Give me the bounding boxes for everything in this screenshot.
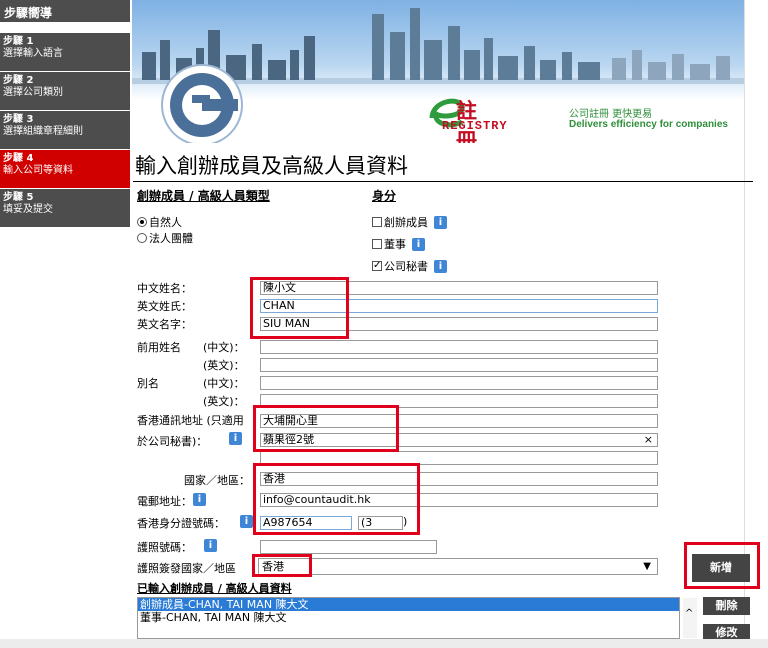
info-icon[interactable]: i [193,493,206,506]
step-number: 步驟 5 [3,192,34,203]
sidebar-step-3[interactable]: 步驟 3 選擇組織章程細則 [0,111,130,149]
step-label: 選擇組織章程細則 [3,126,83,137]
passport-country-select[interactable]: 香港 ▼ [258,558,658,575]
info-icon[interactable]: i [434,259,447,273]
list-scrollbar[interactable]: ^ [683,598,697,638]
checkbox-label: 創辦成員 [384,216,428,229]
sidebar-step-5[interactable]: 步驟 5 填妥及提交 [0,189,130,227]
alias-cn-input[interactable] [260,376,658,390]
alias-cn-label: (中文)： [203,377,245,390]
chevron-down-icon[interactable]: ▼ [643,559,651,574]
info-icon[interactable]: i [240,515,253,528]
brand-slogan-chinese: 公司註冊 更快更易 [569,109,653,120]
sidebar-header: 步驟嚮導 [0,0,130,22]
radio-natural-person[interactable]: 自然人 [137,214,182,230]
checkbox-box-checked[interactable]: ✓ [372,261,382,271]
list-item[interactable]: 創辦成員-CHAN, TAI MAN 陳大文 [138,598,679,611]
radio-indicator[interactable] [137,233,147,243]
checkbox-company-secretary[interactable]: ✓ 公司秘書 i [372,258,447,274]
country-label: 國家／地區： [184,474,250,487]
passport-country-label: 護照簽發國家／地區 [137,562,236,575]
checkbox-box[interactable] [372,217,382,227]
step-number: 步驟 3 [3,114,34,125]
radio-indicator[interactable] [137,217,147,227]
e-logo-globe-icon [161,64,243,143]
highlight-passport-country-box [252,554,312,577]
step-label: 輸入公司等資料 [3,165,73,176]
clear-icon[interactable]: × [644,434,653,446]
sidebar-step-4[interactable]: 步驟 4 輸入公司等資料 [0,150,130,188]
checkbox-label: 公司秘書 [384,260,428,273]
highlight-address-box [253,405,399,452]
chinese-name-label: 中文姓名： [137,282,192,295]
checkbox-label: 董事 [384,238,406,251]
alias-label: 別名 [137,377,159,390]
title-divider [133,181,753,182]
address-label-line2: 於公司秘書)： [137,435,208,448]
former-name-label: 前用姓名 [137,341,181,354]
radio-label: 自然人 [149,216,182,229]
former-name-en-input[interactable] [260,358,658,372]
info-icon[interactable]: i [412,237,425,251]
checkbox-box[interactable] [372,239,382,249]
entered-records-list[interactable]: 創辦成員-CHAN, TAI MAN 陳大文 董事-CHAN, TAI MAN … [137,597,680,639]
step-number: 步驟 1 [3,36,34,47]
checkbox-director[interactable]: 董事 i [372,236,425,252]
checkbox-founder-member[interactable]: 創辦成員 i [372,214,447,230]
email-label: 電郵地址： [137,495,192,508]
english-given-name-label: 英文名字： [137,318,192,331]
brand-english: REGISTRY [442,119,508,133]
step-label: 選擇公司類別 [3,87,63,98]
former-name-en-label: (英文)： [203,359,245,372]
chevron-up-icon[interactable]: ^ [685,608,693,619]
bottom-scrollbar[interactable] [0,639,768,648]
info-icon[interactable]: i [229,432,242,445]
highlight-name-box [250,277,349,339]
passport-number-label: 護照號碼： [137,541,192,554]
step-number: 步驟 2 [3,75,34,86]
step-number: 步驟 4 [3,153,34,164]
address-label-line1: 香港通訊地址 (只適用 [137,414,244,427]
former-name-cn-label: (中文)： [203,341,245,354]
delete-button[interactable]: 刪除 [703,597,750,615]
info-icon[interactable]: i [204,539,217,552]
radio-label: 法人團體 [149,232,193,245]
list-item[interactable]: 董事-CHAN, TAI MAN 陳大文 [138,611,679,624]
english-surname-label: 英文姓氏： [137,300,192,313]
hkid-label: 香港身分證號碼： [137,517,225,530]
header-banner: 註冊易 REGISTRY 公司註冊 更快更易 Delivers efficien… [132,0,744,143]
sidebar-step-1[interactable]: 步驟 1 選擇輸入語言 [0,33,130,71]
passport-number-input[interactable] [260,540,437,554]
alias-en-label: (英文)： [203,395,245,408]
page-title: 輸入創辦成員及高級人員資料 [135,154,408,178]
role-section-title: 身分 [372,189,397,203]
sidebar-step-2[interactable]: 步驟 2 選擇公司類別 [0,72,130,110]
highlight-contact-box [253,463,420,535]
step-label: 選擇輸入語言 [3,48,63,59]
brand-slogan-english: Delivers efficiency for companies [569,119,728,130]
former-name-cn-input[interactable] [260,340,658,354]
type-section-title: 創辦成員 / 高級人員類型 [137,189,270,203]
entered-records-title: 已輸入創辦成員 / 高級人員資料 [137,582,292,595]
step-sidebar: 步驟嚮導 步驟 1 選擇輸入語言 步驟 2 選擇公司類別 步驟 3 選擇組織章程… [0,0,130,648]
highlight-add-button-box [684,542,760,589]
step-label: 填妥及提交 [3,204,53,215]
radio-body-corporate[interactable]: 法人團體 [137,230,193,246]
info-icon[interactable]: i [434,215,447,229]
